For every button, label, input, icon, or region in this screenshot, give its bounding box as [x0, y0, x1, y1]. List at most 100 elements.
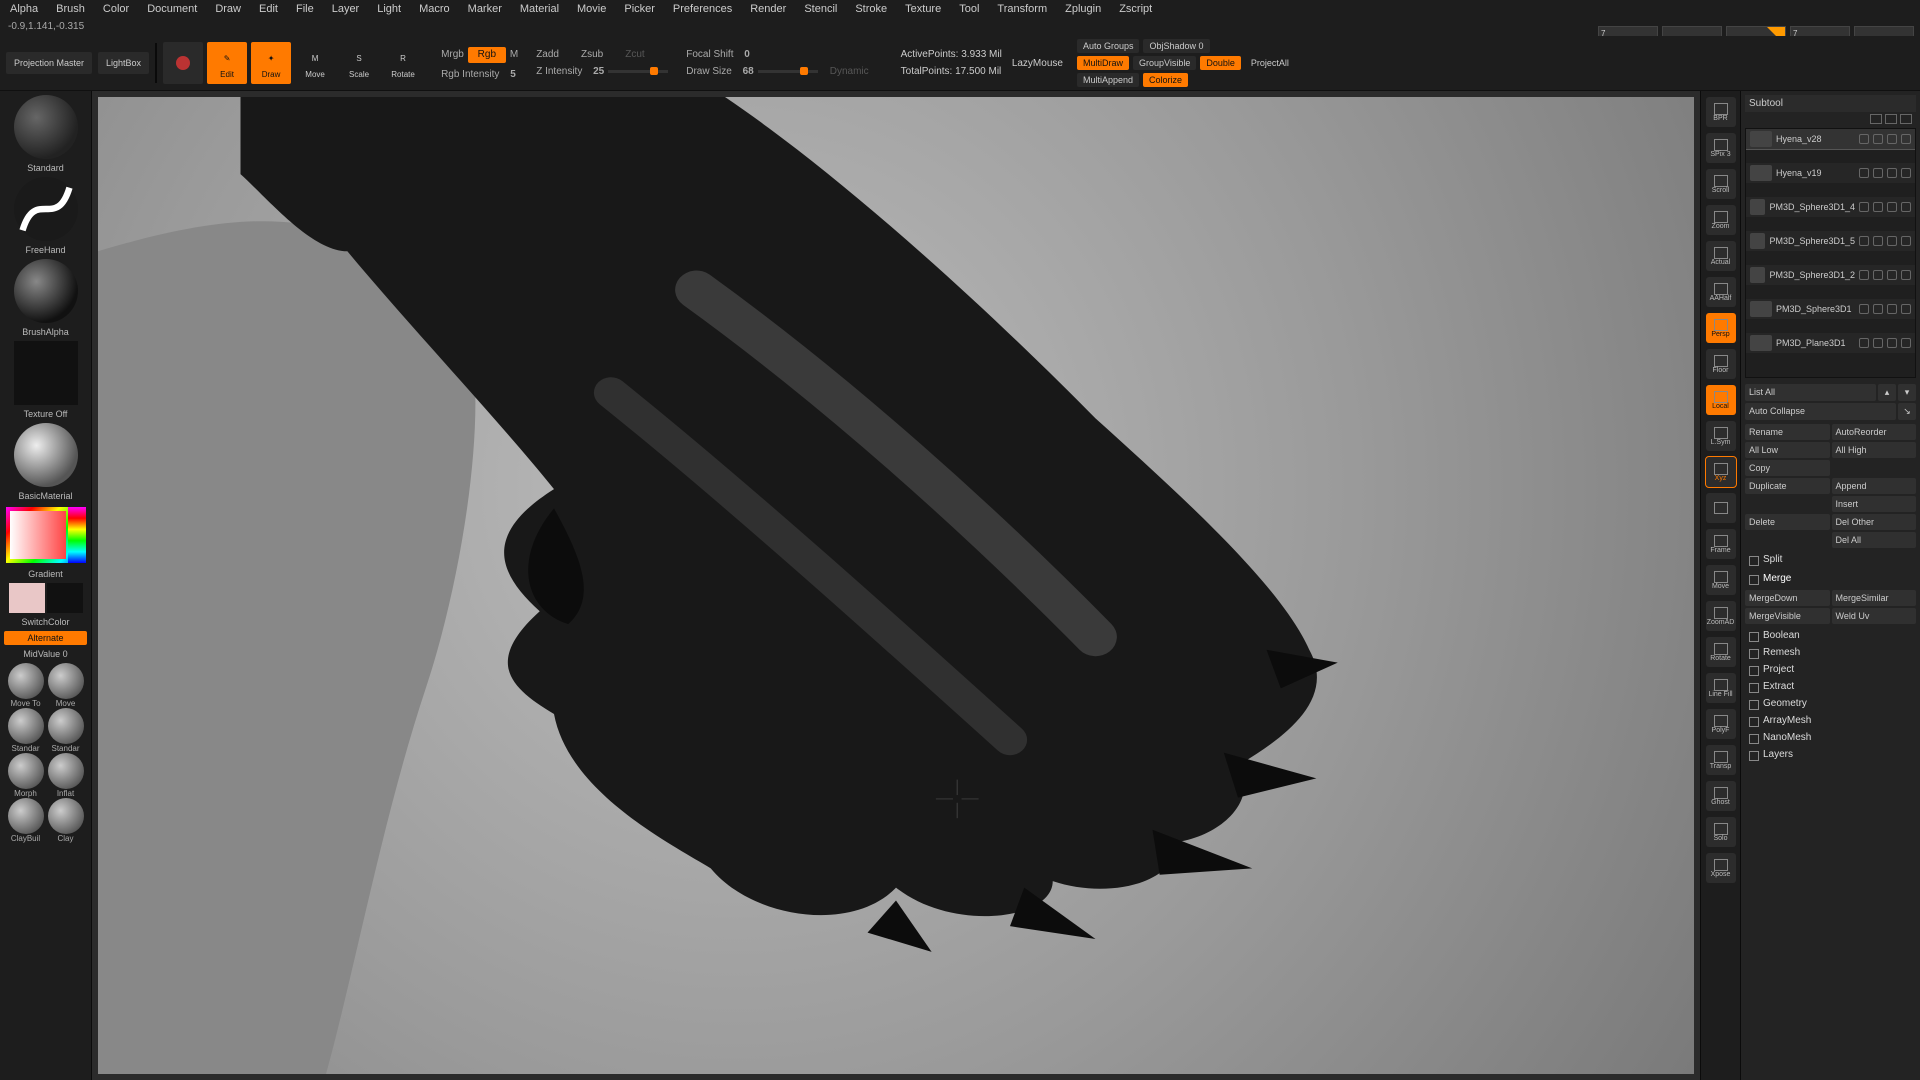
record-icon[interactable]	[163, 42, 203, 84]
zoom-icon[interactable]: Zoom	[1706, 205, 1736, 235]
menu-marker[interactable]: Marker	[468, 3, 502, 17]
subtool-row[interactable]: Hyena_v19	[1746, 163, 1915, 183]
lazymouse-toggle[interactable]: LazyMouse	[1012, 58, 1063, 69]
blank-icon[interactable]	[1706, 493, 1736, 523]
section-remesh[interactable]: Remesh	[1745, 643, 1916, 660]
list-up-button[interactable]: ▴	[1878, 384, 1896, 401]
list-all-button[interactable]: List All	[1745, 384, 1876, 401]
menu-stroke[interactable]: Stroke	[855, 3, 887, 17]
multiappend-toggle[interactable]: MultiAppend	[1077, 73, 1139, 87]
frame-icon[interactable]: Frame	[1706, 529, 1736, 559]
viewport[interactable]	[92, 91, 1700, 1080]
draw-size-slider[interactable]	[758, 70, 818, 73]
mergedown-button[interactable]: MergeDown	[1745, 590, 1830, 606]
brush-morph[interactable]: Morph	[8, 753, 44, 798]
autogroups-toggle[interactable]: Auto Groups	[1077, 39, 1140, 53]
menu-zplugin[interactable]: Zplugin	[1065, 3, 1101, 17]
insert-button[interactable]: Insert	[1832, 496, 1917, 512]
multidraw-toggle[interactable]: MultiDraw	[1077, 56, 1129, 70]
subtool-header[interactable]: Subtool	[1745, 95, 1916, 112]
spix-3-icon[interactable]: SPix 3	[1706, 133, 1736, 163]
z-intensity-slider[interactable]	[608, 70, 668, 73]
brush-standar[interactable]: Standar	[48, 708, 84, 753]
alpha-swatch[interactable]	[14, 259, 78, 323]
subtool-row[interactable]: PM3D_Sphere3D1_5	[1746, 231, 1915, 251]
draw-size-value[interactable]: 68	[743, 66, 754, 77]
color-swatches[interactable]	[4, 583, 87, 613]
autoreorder-button[interactable]: AutoReorder	[1832, 424, 1917, 440]
bpr-icon[interactable]: BPR	[1706, 97, 1736, 127]
all-low-button[interactable]: All Low	[1745, 442, 1830, 458]
scale-button[interactable]: SScale	[339, 42, 379, 84]
menu-texture[interactable]: Texture	[905, 3, 941, 17]
scroll-icon[interactable]: Scroll	[1706, 169, 1736, 199]
gradient-label[interactable]: Gradient	[4, 569, 87, 579]
menu-tool[interactable]: Tool	[959, 3, 979, 17]
menu-transform[interactable]: Transform	[997, 3, 1047, 17]
section-arraymesh[interactable]: ArrayMesh	[1745, 711, 1916, 728]
del-all-button[interactable]: Del All	[1832, 532, 1917, 548]
floor-icon[interactable]: Floor	[1706, 349, 1736, 379]
menu-macro[interactable]: Macro	[419, 3, 450, 17]
collapse-arrow-button[interactable]: ↘	[1898, 403, 1916, 420]
midvalue-label[interactable]: MidValue 0	[4, 649, 87, 659]
merge-section[interactable]: Merge	[1745, 569, 1916, 586]
actual-icon[interactable]: Actual	[1706, 241, 1736, 271]
section-project[interactable]: Project	[1745, 660, 1916, 677]
menu-stencil[interactable]: Stencil	[804, 3, 837, 17]
zadd-toggle[interactable]: Zadd	[536, 49, 559, 60]
material-swatch[interactable]	[14, 423, 78, 487]
section-geometry[interactable]: Geometry	[1745, 694, 1916, 711]
draw-button[interactable]: ✦Draw	[251, 42, 291, 84]
append-button[interactable]: Append	[1832, 478, 1917, 494]
transp-icon[interactable]: Transp	[1706, 745, 1736, 775]
line-fill-icon[interactable]: Line Fill	[1706, 673, 1736, 703]
subtool-row[interactable]: PM3D_Plane3D1	[1746, 333, 1915, 353]
menu-preferences[interactable]: Preferences	[673, 3, 732, 17]
list-down-button[interactable]: ▾	[1898, 384, 1916, 401]
section-nanomesh[interactable]: NanoMesh	[1745, 728, 1916, 745]
double-toggle[interactable]: Double	[1200, 56, 1241, 70]
xpose-icon[interactable]: Xpose	[1706, 853, 1736, 883]
objshadow-toggle[interactable]: ObjShadow 0	[1143, 39, 1209, 53]
brush-inflat[interactable]: Inflat	[48, 753, 84, 798]
brush-standar[interactable]: Standar	[8, 708, 44, 753]
mergevisible-button[interactable]: MergeVisible	[1745, 608, 1830, 624]
zsub-toggle[interactable]: Zsub	[581, 49, 603, 60]
polyf-icon[interactable]: PolyF	[1706, 709, 1736, 739]
section-boolean[interactable]: Boolean	[1745, 626, 1916, 643]
menu-layer[interactable]: Layer	[332, 3, 360, 17]
weld-uv-button[interactable]: Weld Uv	[1832, 608, 1917, 624]
subtool-row[interactable]: PM3D_Sphere3D1_2	[1746, 265, 1915, 285]
aahalf-icon[interactable]: AAHalf	[1706, 277, 1736, 307]
z-intensity-value[interactable]: 25	[593, 66, 604, 77]
brush-claybuil[interactable]: ClayBuil	[8, 798, 44, 843]
menu-file[interactable]: File	[296, 3, 314, 17]
rename-button[interactable]: Rename	[1745, 424, 1830, 440]
edit-button[interactable]: ✎Edit	[207, 42, 247, 84]
menu-document[interactable]: Document	[147, 3, 197, 17]
duplicate-button[interactable]: Duplicate	[1745, 478, 1830, 494]
mergesimilar-button[interactable]: MergeSimilar	[1832, 590, 1917, 606]
subtool-row[interactable]: PM3D_Sphere3D1	[1746, 299, 1915, 319]
mrgb-toggle[interactable]: Mrgb	[441, 49, 464, 60]
menu-alpha[interactable]: Alpha	[10, 3, 38, 17]
move-icon[interactable]: Move	[1706, 565, 1736, 595]
menu-edit[interactable]: Edit	[259, 3, 278, 17]
alternate-toggle[interactable]: Alternate	[4, 631, 87, 645]
move-button[interactable]: MMove	[295, 42, 335, 84]
copy-button[interactable]: Copy	[1745, 460, 1830, 476]
menu-material[interactable]: Material	[520, 3, 559, 17]
menu-brush[interactable]: Brush	[56, 3, 85, 17]
subtool-row[interactable]: Hyena_v28	[1746, 129, 1915, 149]
brush-move to[interactable]: Move To	[8, 663, 44, 708]
groupvisible-toggle[interactable]: GroupVisible	[1133, 56, 1196, 70]
focal-shift-value[interactable]: 0	[744, 49, 750, 60]
solo-icon[interactable]: Solo	[1706, 817, 1736, 847]
persp-icon[interactable]: Persp	[1706, 313, 1736, 343]
delete-button[interactable]: Delete	[1745, 514, 1830, 530]
stroke-swatch[interactable]	[14, 177, 78, 241]
section-extract[interactable]: Extract	[1745, 677, 1916, 694]
menu-picker[interactable]: Picker	[624, 3, 655, 17]
color-picker[interactable]	[6, 507, 86, 563]
